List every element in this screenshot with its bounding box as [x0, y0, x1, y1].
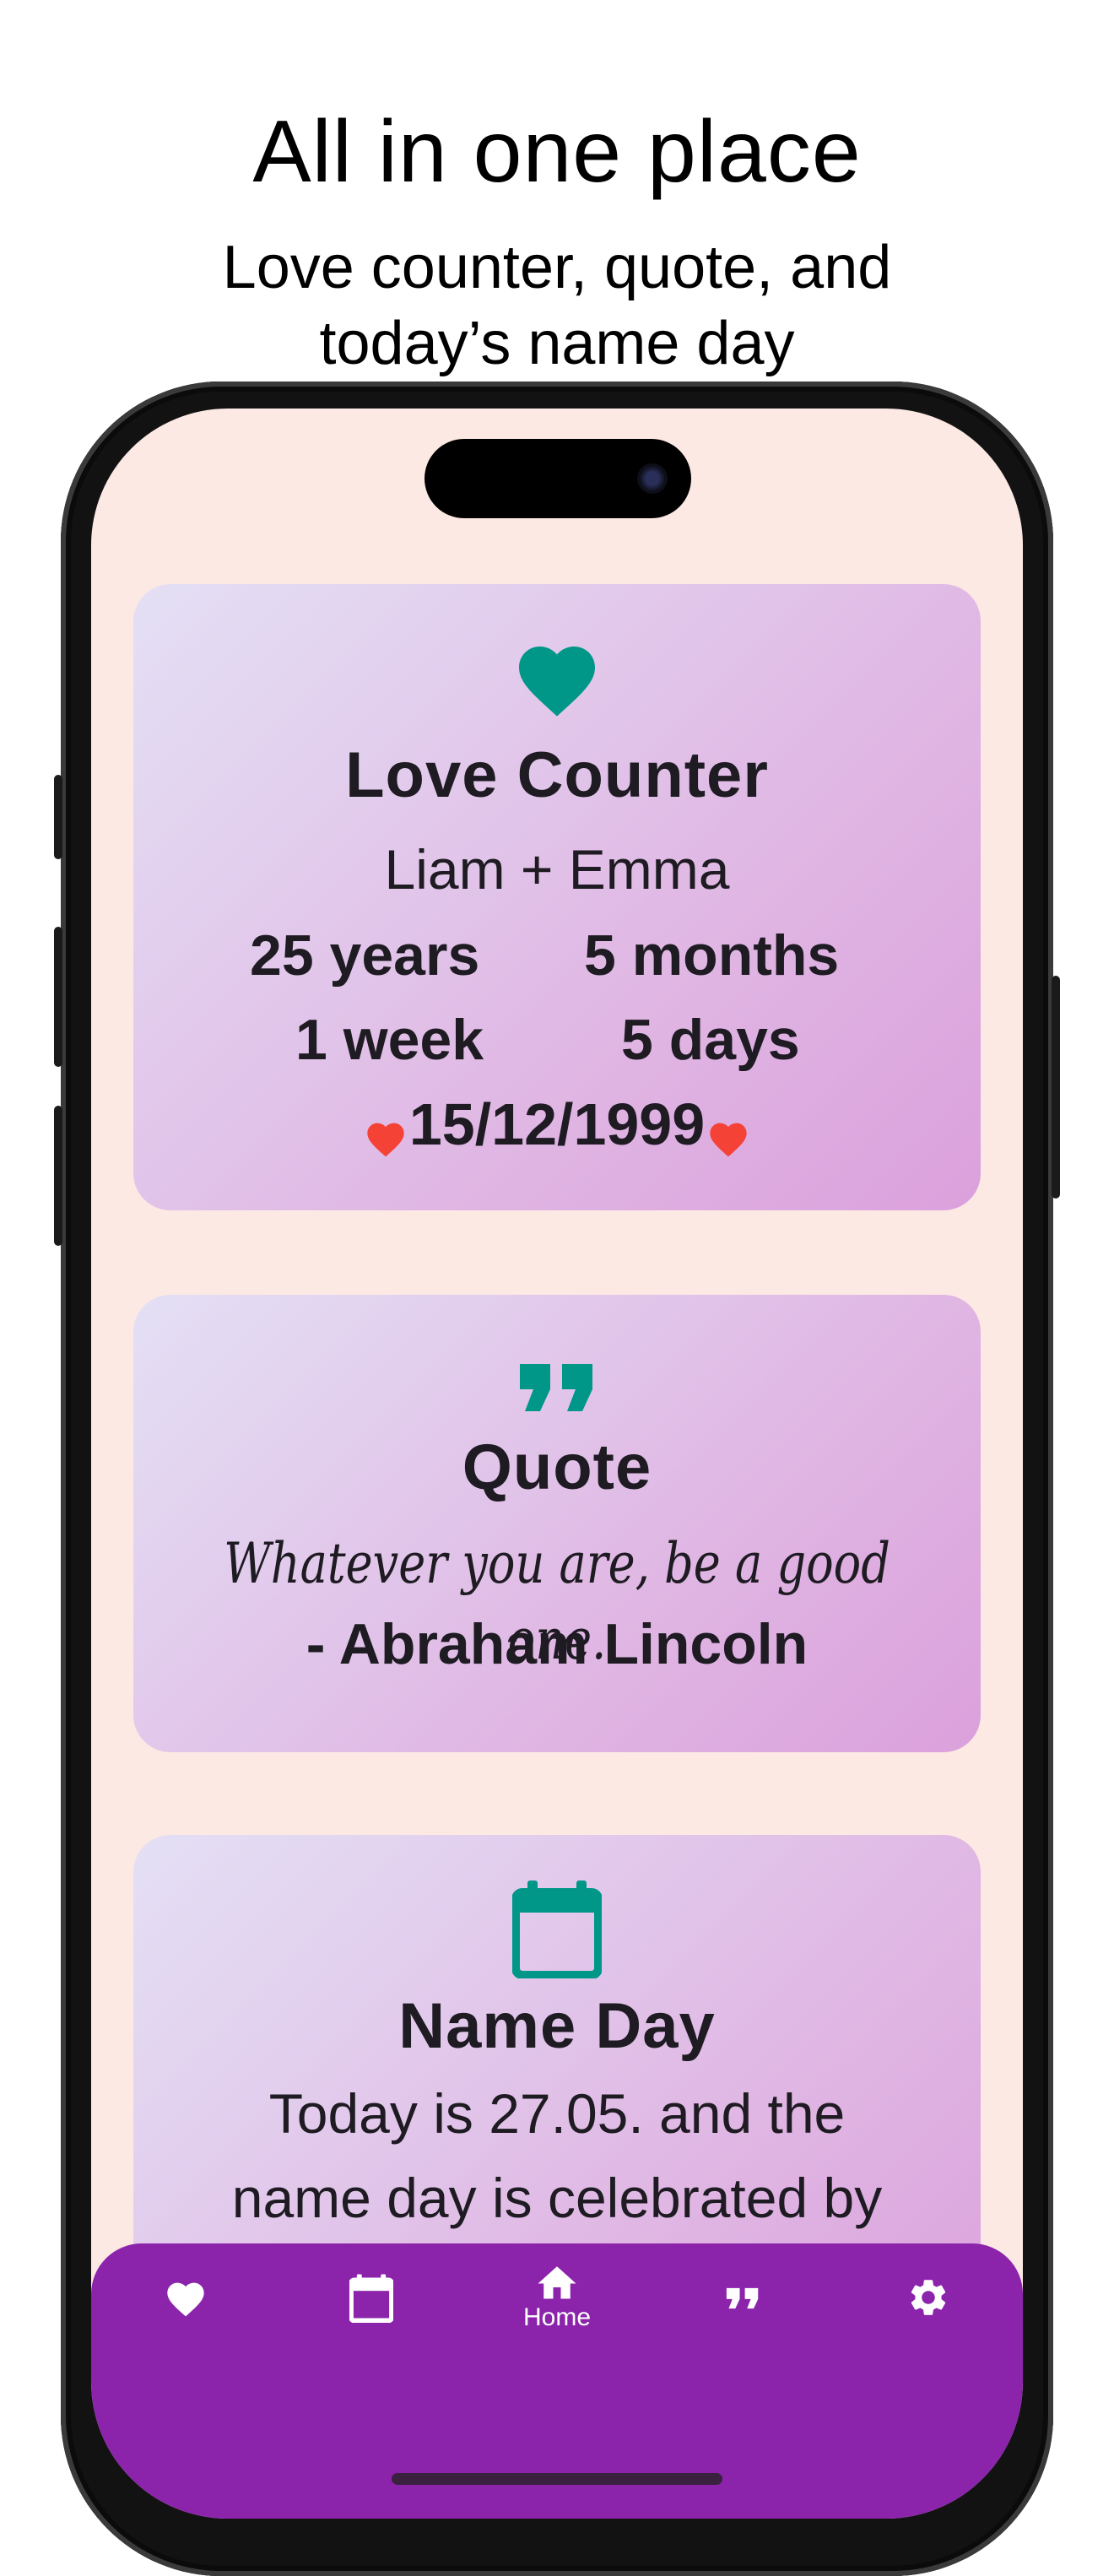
marketing-subtitle-line2: today’s name day [319, 310, 795, 377]
calendar-icon [349, 2274, 393, 2323]
nav-home-label: Home [522, 2303, 592, 2331]
quote-author: - Abraham Lincoln [306, 1612, 808, 1676]
name-day-line1: Today is 27.05. and the [268, 2082, 846, 2145]
marketing-subtitle: Love counter, quote, and today’s name da… [135, 230, 979, 382]
front-camera [637, 463, 668, 494]
gear-icon [911, 2280, 946, 2315]
app-screen: Love Counter Liam + Emma 25 years 5 mont… [91, 409, 1023, 2519]
home-indicator[interactable] [392, 2473, 722, 2485]
heart-emoji-icon [706, 1104, 750, 1156]
nav-item-home[interactable]: Home [506, 2260, 608, 2333]
nav-item-settings[interactable] [878, 2276, 979, 2319]
weeks-count: 1 week [295, 1008, 484, 1072]
love-counter-card[interactable]: Love Counter Liam + Emma 25 years 5 mont… [133, 584, 981, 1210]
home-icon [538, 2266, 576, 2299]
quote-card[interactable]: Quote Whatever you are, be a good one. -… [133, 1295, 981, 1752]
nav-item-name-day[interactable] [321, 2274, 422, 2323]
name-day-line2: name day is celebrated by [231, 2167, 883, 2229]
days-count: 5 days [621, 1008, 800, 1072]
nav-item-love-counter[interactable] [135, 2277, 236, 2318]
dynamic-island [425, 439, 691, 518]
quote-icon [518, 1364, 596, 1411]
love-counter-title: Love Counter [345, 739, 769, 811]
heart-emoji-icon [364, 1104, 408, 1156]
couple-names: Liam + Emma [384, 838, 730, 901]
anniversary-date: 15/12/1999 [408, 1091, 706, 1157]
quote-icon [726, 2287, 759, 2309]
name-day-title: Name Day [398, 1990, 716, 2062]
phone-volume-down-button [54, 1106, 62, 1246]
months-count: 5 months [584, 923, 840, 988]
heart-icon [167, 2282, 204, 2317]
years-count: 25 years [250, 923, 480, 988]
phone-side-button [54, 775, 62, 859]
heart-icon [511, 635, 603, 719]
phone-volume-up-button [54, 927, 62, 1067]
phone-power-button [1052, 976, 1060, 1199]
marketing-subtitle-line1: Love counter, quote, and [222, 234, 892, 301]
nav-item-quote[interactable] [692, 2286, 793, 2311]
marketing-headline: All in one place [252, 103, 862, 201]
calendar-icon [511, 1881, 603, 1979]
quote-title: Quote [462, 1431, 652, 1503]
anniversary-date-row: 15/12/1999 [133, 1090, 981, 1158]
